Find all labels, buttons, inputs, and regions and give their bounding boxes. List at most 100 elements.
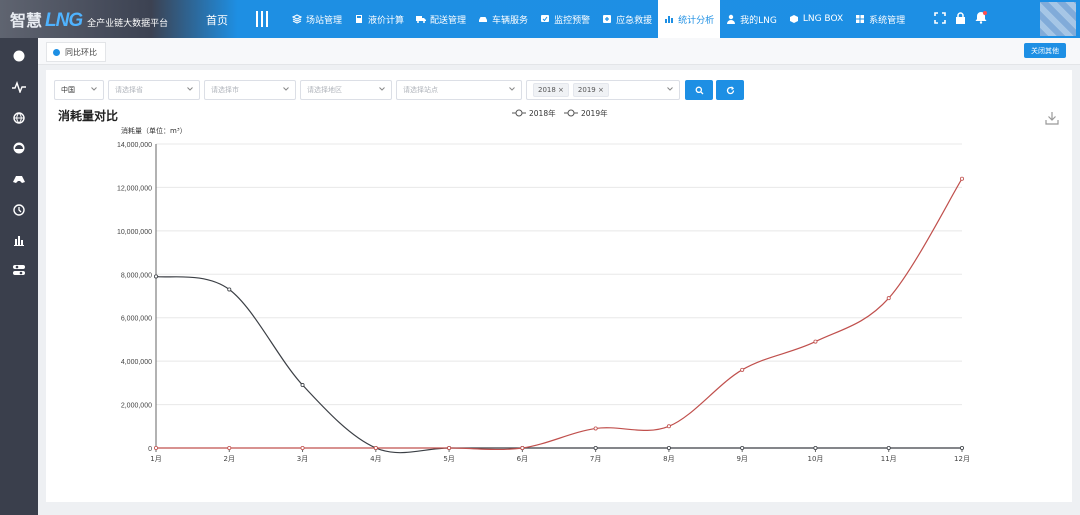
data-point	[740, 445, 745, 450]
nav-item-label: 系统管理	[869, 15, 906, 26]
main-panel: 中国 请选择省 请选择市 请选择地区 请选择站点 2018 × 2019 × 消…	[46, 70, 1072, 502]
car-icon	[479, 17, 488, 22]
y-tick-label: 12,000,000	[117, 185, 152, 192]
nav-item-0[interactable]: 场站管理	[286, 0, 348, 38]
sidebar-bar-chart-icon[interactable]	[11, 232, 27, 248]
x-tick-label: 3月	[297, 455, 308, 463]
data-point	[960, 445, 965, 450]
legend-marker	[567, 109, 575, 117]
sidebar-gamepad-icon[interactable]	[11, 171, 27, 187]
tab-label: 同比环比	[65, 47, 97, 57]
data-point	[300, 445, 305, 450]
data-point	[154, 274, 159, 279]
sidebar-clock-icon[interactable]	[11, 202, 27, 218]
x-tick-label: 5月	[443, 455, 454, 463]
nav-item-8[interactable]: LNG BOX	[783, 0, 849, 38]
data-point	[666, 424, 671, 429]
x-tick-label: 11月	[881, 455, 897, 463]
data-point	[154, 445, 159, 450]
top-navbar: 智慧 LNG 全产业链大数据平台 首页 场站管理 液价计算 配送管理 车辆服务 监控预警…	[0, 0, 1080, 38]
data-point	[593, 426, 598, 431]
calculator-icon	[356, 15, 363, 23]
y-axis-label: 消耗量（单位：m³）	[121, 126, 187, 135]
legend-item[interactable]: 2019年	[564, 108, 608, 118]
nav-item-5[interactable]: 应急救援	[596, 0, 658, 38]
data-point	[886, 445, 891, 450]
sidebar-toggle-icon[interactable]	[11, 262, 27, 278]
data-point	[593, 445, 598, 450]
brand-name-cn: 智慧	[10, 11, 43, 30]
nav-item-1[interactable]: 液价计算	[348, 0, 410, 38]
data-point	[227, 445, 232, 450]
y-tick-label: 14,000,000	[117, 142, 152, 149]
brand-logo[interactable]: 智慧 LNG 全产业链大数据平台	[10, 7, 168, 31]
x-tick-label: 12月	[954, 455, 970, 463]
y-tick-label: 0	[148, 446, 152, 453]
nav-item-9[interactable]: 系统管理	[849, 0, 911, 38]
sidebar-gauge-icon[interactable]	[11, 140, 27, 156]
menu-toggle-icon[interactable]	[256, 11, 268, 27]
bell-icon[interactable]	[975, 11, 987, 24]
bar-chart-icon	[665, 16, 674, 23]
series-line-2019年	[155, 178, 963, 451]
box-icon	[789, 15, 798, 23]
legend-item[interactable]: 2018年	[512, 108, 556, 118]
nav-item-label: 我的LNG	[740, 15, 777, 26]
y-tick-label: 8,000,000	[121, 272, 152, 279]
nav-item-label: 监控预警	[554, 15, 591, 26]
x-tick-label: 2月	[224, 455, 235, 463]
x-tick-label: 10月	[807, 455, 823, 463]
data-point	[373, 445, 378, 450]
lock-icon[interactable]	[955, 11, 966, 24]
nav-home[interactable]: 首页	[206, 12, 228, 28]
legend-label: 2019年	[581, 108, 608, 118]
x-tick-label: 7月	[590, 455, 601, 463]
windows-icon	[856, 15, 865, 23]
y-tick-label: 4,000,000	[121, 359, 152, 366]
sidebar-home-icon[interactable]	[11, 48, 27, 64]
nav-item-4[interactable]: 监控预警	[534, 0, 596, 38]
data-point	[740, 367, 745, 372]
nav-item-6[interactable]: 统计分析	[658, 0, 721, 38]
user-icon	[727, 14, 736, 24]
sidebar-pulse-icon[interactable]	[11, 79, 27, 95]
brand-tagline: 全产业链大数据平台	[87, 19, 169, 29]
tab-yoy-comparison[interactable]: 同比环比	[46, 42, 106, 62]
layers-icon	[292, 14, 302, 24]
data-point	[520, 445, 525, 450]
header-actions	[934, 11, 987, 24]
nav-item-label: 车辆服务	[492, 15, 529, 26]
data-point	[666, 445, 671, 450]
y-tick-label: 6,000,000	[121, 316, 152, 323]
sidebar	[0, 38, 38, 515]
nav-item-label: 液价计算	[368, 15, 405, 26]
series-line-2018年	[155, 275, 962, 454]
data-point	[813, 445, 818, 450]
legend-marker	[515, 109, 523, 117]
x-tick-label: 8月	[663, 455, 674, 463]
line-chart: 消耗量（单位：m³） 0 2,000,000 4,000,000 6,000,000 8,…	[117, 108, 970, 463]
x-tick-label: 4月	[370, 455, 381, 463]
data-point	[960, 176, 965, 181]
y-tick-label: 10,000,000	[117, 229, 152, 236]
sidebar-globe-icon[interactable]	[11, 110, 27, 126]
truck-icon	[416, 16, 427, 23]
data-point	[227, 287, 232, 292]
data-point	[886, 296, 891, 301]
x-tick-label: 1月	[150, 455, 161, 463]
fullscreen-icon[interactable]	[934, 11, 946, 24]
y-tick-label: 2,000,000	[121, 403, 152, 410]
legend-label: 2018年	[529, 108, 556, 118]
data-point	[447, 445, 452, 450]
x-tick-label: 9月	[736, 455, 747, 463]
nav-item-label: LNG BOX	[802, 14, 844, 24]
monitor-icon	[541, 15, 550, 22]
nav-item-7[interactable]: 我的LNG	[720, 0, 783, 38]
nav-item-3[interactable]: 车辆服务	[472, 0, 534, 38]
user-avatar[interactable]	[1040, 2, 1076, 36]
rescue-icon	[603, 15, 612, 23]
nav-item-label: 场站管理	[306, 15, 343, 26]
nav-item-2[interactable]: 配送管理	[410, 0, 472, 38]
data-point	[300, 383, 305, 388]
close-others-button[interactable]: 关闭其他	[1024, 43, 1066, 58]
